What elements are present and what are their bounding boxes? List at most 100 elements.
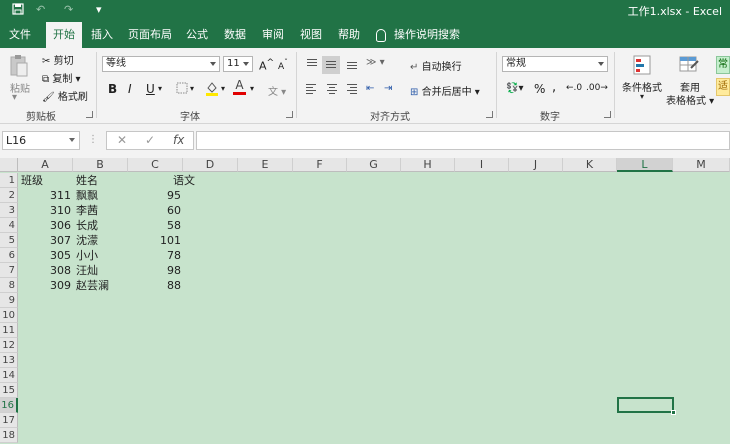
fill-color-dropdown-icon[interactable]: ▾ xyxy=(221,84,225,93)
align-center-icon[interactable] xyxy=(324,82,340,96)
tab-file[interactable]: 文件 xyxy=(0,22,40,48)
row-header[interactable]: 18 xyxy=(0,428,18,443)
row-header[interactable]: 8 xyxy=(0,278,18,293)
table-cell[interactable]: 58 xyxy=(129,218,183,233)
comma-button[interactable]: , xyxy=(552,80,556,95)
table-cell[interactable]: 汪灿 xyxy=(74,263,128,278)
row-header[interactable]: 11 xyxy=(0,323,18,338)
column-header[interactable]: F xyxy=(293,158,347,172)
column-header[interactable]: G xyxy=(347,158,401,172)
number-launcher-icon[interactable] xyxy=(604,111,611,118)
column-header[interactable]: A xyxy=(18,158,73,172)
bold-button[interactable]: B xyxy=(108,82,117,96)
accounting-format-icon[interactable]: 💱▾ xyxy=(506,83,523,94)
tab-insert[interactable]: 插入 xyxy=(84,22,120,48)
cell-style-neutral[interactable]: 适 xyxy=(716,78,730,96)
align-right-icon[interactable] xyxy=(344,82,360,96)
cell-b1[interactable]: 姓名 xyxy=(74,173,128,188)
row-header[interactable]: 10 xyxy=(0,308,18,323)
redo-icon[interactable]: ↷ xyxy=(64,3,73,16)
font-color-dropdown-icon[interactable]: ▾ xyxy=(250,84,254,93)
table-cell[interactable]: 306 xyxy=(19,218,73,233)
column-header[interactable]: K xyxy=(563,158,617,172)
align-top-icon[interactable] xyxy=(304,56,320,72)
increase-indent-icon[interactable]: ⇥ xyxy=(384,83,392,94)
cell-c1[interactable]: 语文 xyxy=(129,173,197,188)
underline-button[interactable]: U xyxy=(146,82,155,96)
cancel-icon[interactable]: ✕ xyxy=(117,133,127,147)
number-format-select[interactable]: 常规 xyxy=(502,56,608,72)
column-header[interactable]: D xyxy=(183,158,238,172)
alignment-launcher-icon[interactable] xyxy=(486,111,493,118)
font-color-icon[interactable]: A xyxy=(233,79,246,95)
row-header[interactable]: 1 xyxy=(0,173,18,188)
paste-dropdown-icon[interactable]: ▾ xyxy=(12,92,17,103)
cell-a1[interactable]: 班级 xyxy=(19,173,73,188)
row-header[interactable]: 14 xyxy=(0,368,18,383)
table-cell[interactable]: 308 xyxy=(19,263,73,278)
wrap-text-button[interactable]: ↵ 自动换行 xyxy=(410,58,462,73)
table-cell[interactable]: 78 xyxy=(129,248,183,263)
row-header-selected[interactable]: 16 xyxy=(0,398,18,413)
table-cell[interactable]: 长成 xyxy=(74,218,128,233)
row-header[interactable]: 15 xyxy=(0,383,18,398)
conditional-format-icon[interactable] xyxy=(632,54,654,79)
italic-button[interactable]: I xyxy=(128,82,132,96)
table-cell[interactable]: 305 xyxy=(19,248,73,263)
row-header[interactable]: 6 xyxy=(0,248,18,263)
column-header[interactable]: I xyxy=(455,158,509,172)
table-format-icon[interactable] xyxy=(678,54,700,79)
table-cell[interactable]: 95 xyxy=(129,188,183,203)
shrink-font-button[interactable]: Aˇ xyxy=(278,58,288,72)
table-cell[interactable]: 李茜 xyxy=(74,203,128,218)
table-cell[interactable]: 沈濛 xyxy=(74,233,128,248)
cut-button[interactable]: ✂ 剪切 xyxy=(42,52,74,67)
tab-view[interactable]: 视图 xyxy=(294,22,328,48)
table-format-button[interactable]: 表格格式 ▾ xyxy=(666,92,714,107)
column-header[interactable]: M xyxy=(673,158,730,172)
formula-input[interactable] xyxy=(196,131,730,150)
insert-function-icon[interactable]: fx xyxy=(173,133,184,147)
column-header[interactable]: E xyxy=(238,158,293,172)
conditional-format-dropdown-icon[interactable]: ▾ xyxy=(640,92,644,101)
borders-dropdown-icon[interactable]: ▾ xyxy=(190,84,194,93)
phonetic-icon[interactable]: 文 ▾ xyxy=(268,83,286,98)
increase-decimal-icon[interactable]: ←.0 xyxy=(566,83,582,93)
tell-me-search[interactable]: 操作说明搜索 xyxy=(376,22,460,48)
fill-color-icon[interactable] xyxy=(205,80,219,99)
table-cell[interactable]: 赵芸澜 xyxy=(74,278,128,293)
worksheet-grid[interactable]: A B C D E F G H I J K L M 1 2 3 4 5 6 7 … xyxy=(0,158,730,444)
row-header[interactable]: 5 xyxy=(0,233,18,248)
tab-review[interactable]: 审阅 xyxy=(256,22,290,48)
tab-formulas[interactable]: 公式 xyxy=(180,22,214,48)
tab-page-layout[interactable]: 页面布局 xyxy=(124,22,176,48)
align-bottom-icon[interactable] xyxy=(344,56,360,72)
table-cell[interactable]: 307 xyxy=(19,233,73,248)
save-icon[interactable] xyxy=(12,3,24,18)
align-left-icon[interactable] xyxy=(304,82,320,96)
undo-icon[interactable]: ↶ xyxy=(36,3,45,16)
name-box[interactable]: L16 xyxy=(2,131,80,150)
underline-dropdown-icon[interactable]: ▾ xyxy=(158,84,162,93)
active-cell-selection[interactable] xyxy=(617,397,676,415)
paste-icon[interactable] xyxy=(8,54,30,81)
row-header[interactable]: 12 xyxy=(0,338,18,353)
tab-home[interactable]: 开始 xyxy=(46,22,82,48)
column-header-selected[interactable]: L xyxy=(617,158,673,172)
row-header[interactable]: 17 xyxy=(0,413,18,428)
tab-help[interactable]: 帮助 xyxy=(332,22,366,48)
fill-handle[interactable] xyxy=(671,410,676,415)
clipboard-launcher-icon[interactable] xyxy=(86,111,93,118)
table-cell[interactable]: 309 xyxy=(19,278,73,293)
enter-icon[interactable]: ✓ xyxy=(145,133,155,147)
row-header[interactable]: 9 xyxy=(0,293,18,308)
align-middle-icon[interactable] xyxy=(322,56,340,74)
table-cell[interactable]: 88 xyxy=(129,278,183,293)
table-cell[interactable]: 311 xyxy=(19,188,73,203)
decrease-decimal-icon[interactable]: .00→ xyxy=(586,83,608,93)
row-header[interactable]: 3 xyxy=(0,203,18,218)
font-launcher-icon[interactable] xyxy=(286,111,293,118)
table-cell[interactable]: 小小 xyxy=(74,248,128,263)
row-header[interactable]: 2 xyxy=(0,188,18,203)
column-header[interactable]: C xyxy=(128,158,183,172)
